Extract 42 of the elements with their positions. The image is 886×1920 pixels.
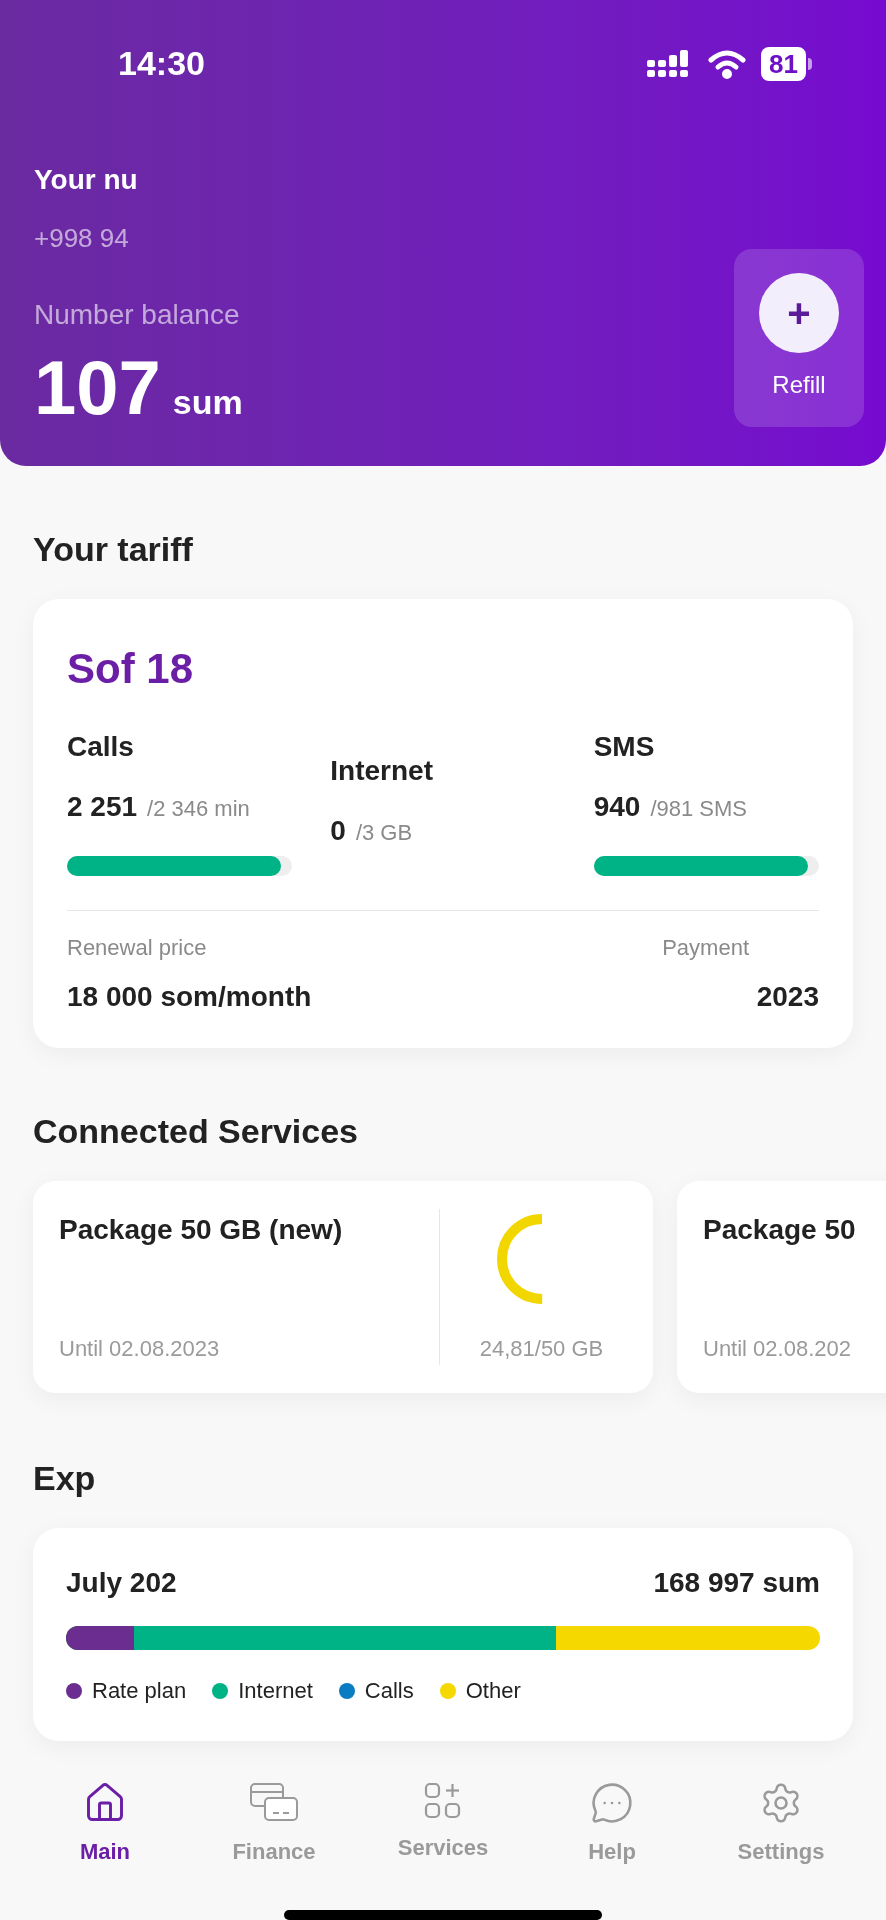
payment-label: Payment [662, 934, 750, 963]
counter-limit: /981 SMS [650, 795, 747, 824]
plus-icon: + [759, 273, 839, 353]
package-expiry: Until 02.08.2023 [59, 1335, 221, 1364]
expenses-total: 168 997 sum [653, 1566, 820, 1601]
payment-date: 2023 [756, 980, 819, 1015]
counter-value: 2 251 [67, 790, 138, 825]
package-name: Package 50 GB (new) [59, 1213, 344, 1248]
usage-amount: 24,81/50 GB [479, 1335, 604, 1364]
package-card[interactable]: Package 50 Until 02.08.202 [677, 1181, 886, 1394]
section-title: Connected Services [33, 1111, 360, 1153]
tariff-name: Sof 18 [67, 644, 195, 695]
nav-tab[interactable]: Main [40, 1781, 170, 1869]
section-title: Exp [33, 1458, 97, 1500]
package-expiry: Until 02.08.202 [703, 1335, 852, 1364]
phone-number: +998 94 [34, 222, 130, 255]
package-card[interactable]: Package 50 GB (new) Until 02.08.2023 24,81/50 GB [33, 1181, 653, 1394]
balance-label: Number balance [34, 298, 241, 332]
wifi-icon [707, 48, 748, 79]
battery-indicator: 81 [761, 46, 812, 81]
package-name: Package 50 [703, 1213, 857, 1248]
refill-button[interactable]: + Refill [734, 249, 864, 427]
counter-label: Internet [330, 754, 434, 789]
legend-label: Internet [238, 1677, 313, 1706]
counter-label: Calls [67, 730, 135, 765]
legend-label: Other [465, 1677, 521, 1706]
renewal-price: 18 000 som/month [67, 980, 312, 1015]
chat-icon [590, 1781, 634, 1826]
section-title: Your tariff [33, 529, 194, 571]
balance-amount: 107 [34, 350, 161, 426]
renewal-label: Renewal price [67, 934, 208, 963]
counter-value: 0 [330, 814, 346, 849]
counter-value: 940 [593, 790, 641, 825]
counter-limit: /2 346 min [147, 795, 250, 824]
legend-label: Rate plan [92, 1677, 187, 1706]
balance-currency: sum [172, 382, 243, 423]
expenses-month: July 202 [66, 1566, 177, 1601]
counter-label: SMS [593, 730, 656, 765]
legend-label: Calls [364, 1677, 414, 1706]
number-label: Your nu [34, 163, 139, 197]
status-time: 14:30 [118, 43, 205, 84]
counter-limit: /3 GB [355, 819, 413, 848]
